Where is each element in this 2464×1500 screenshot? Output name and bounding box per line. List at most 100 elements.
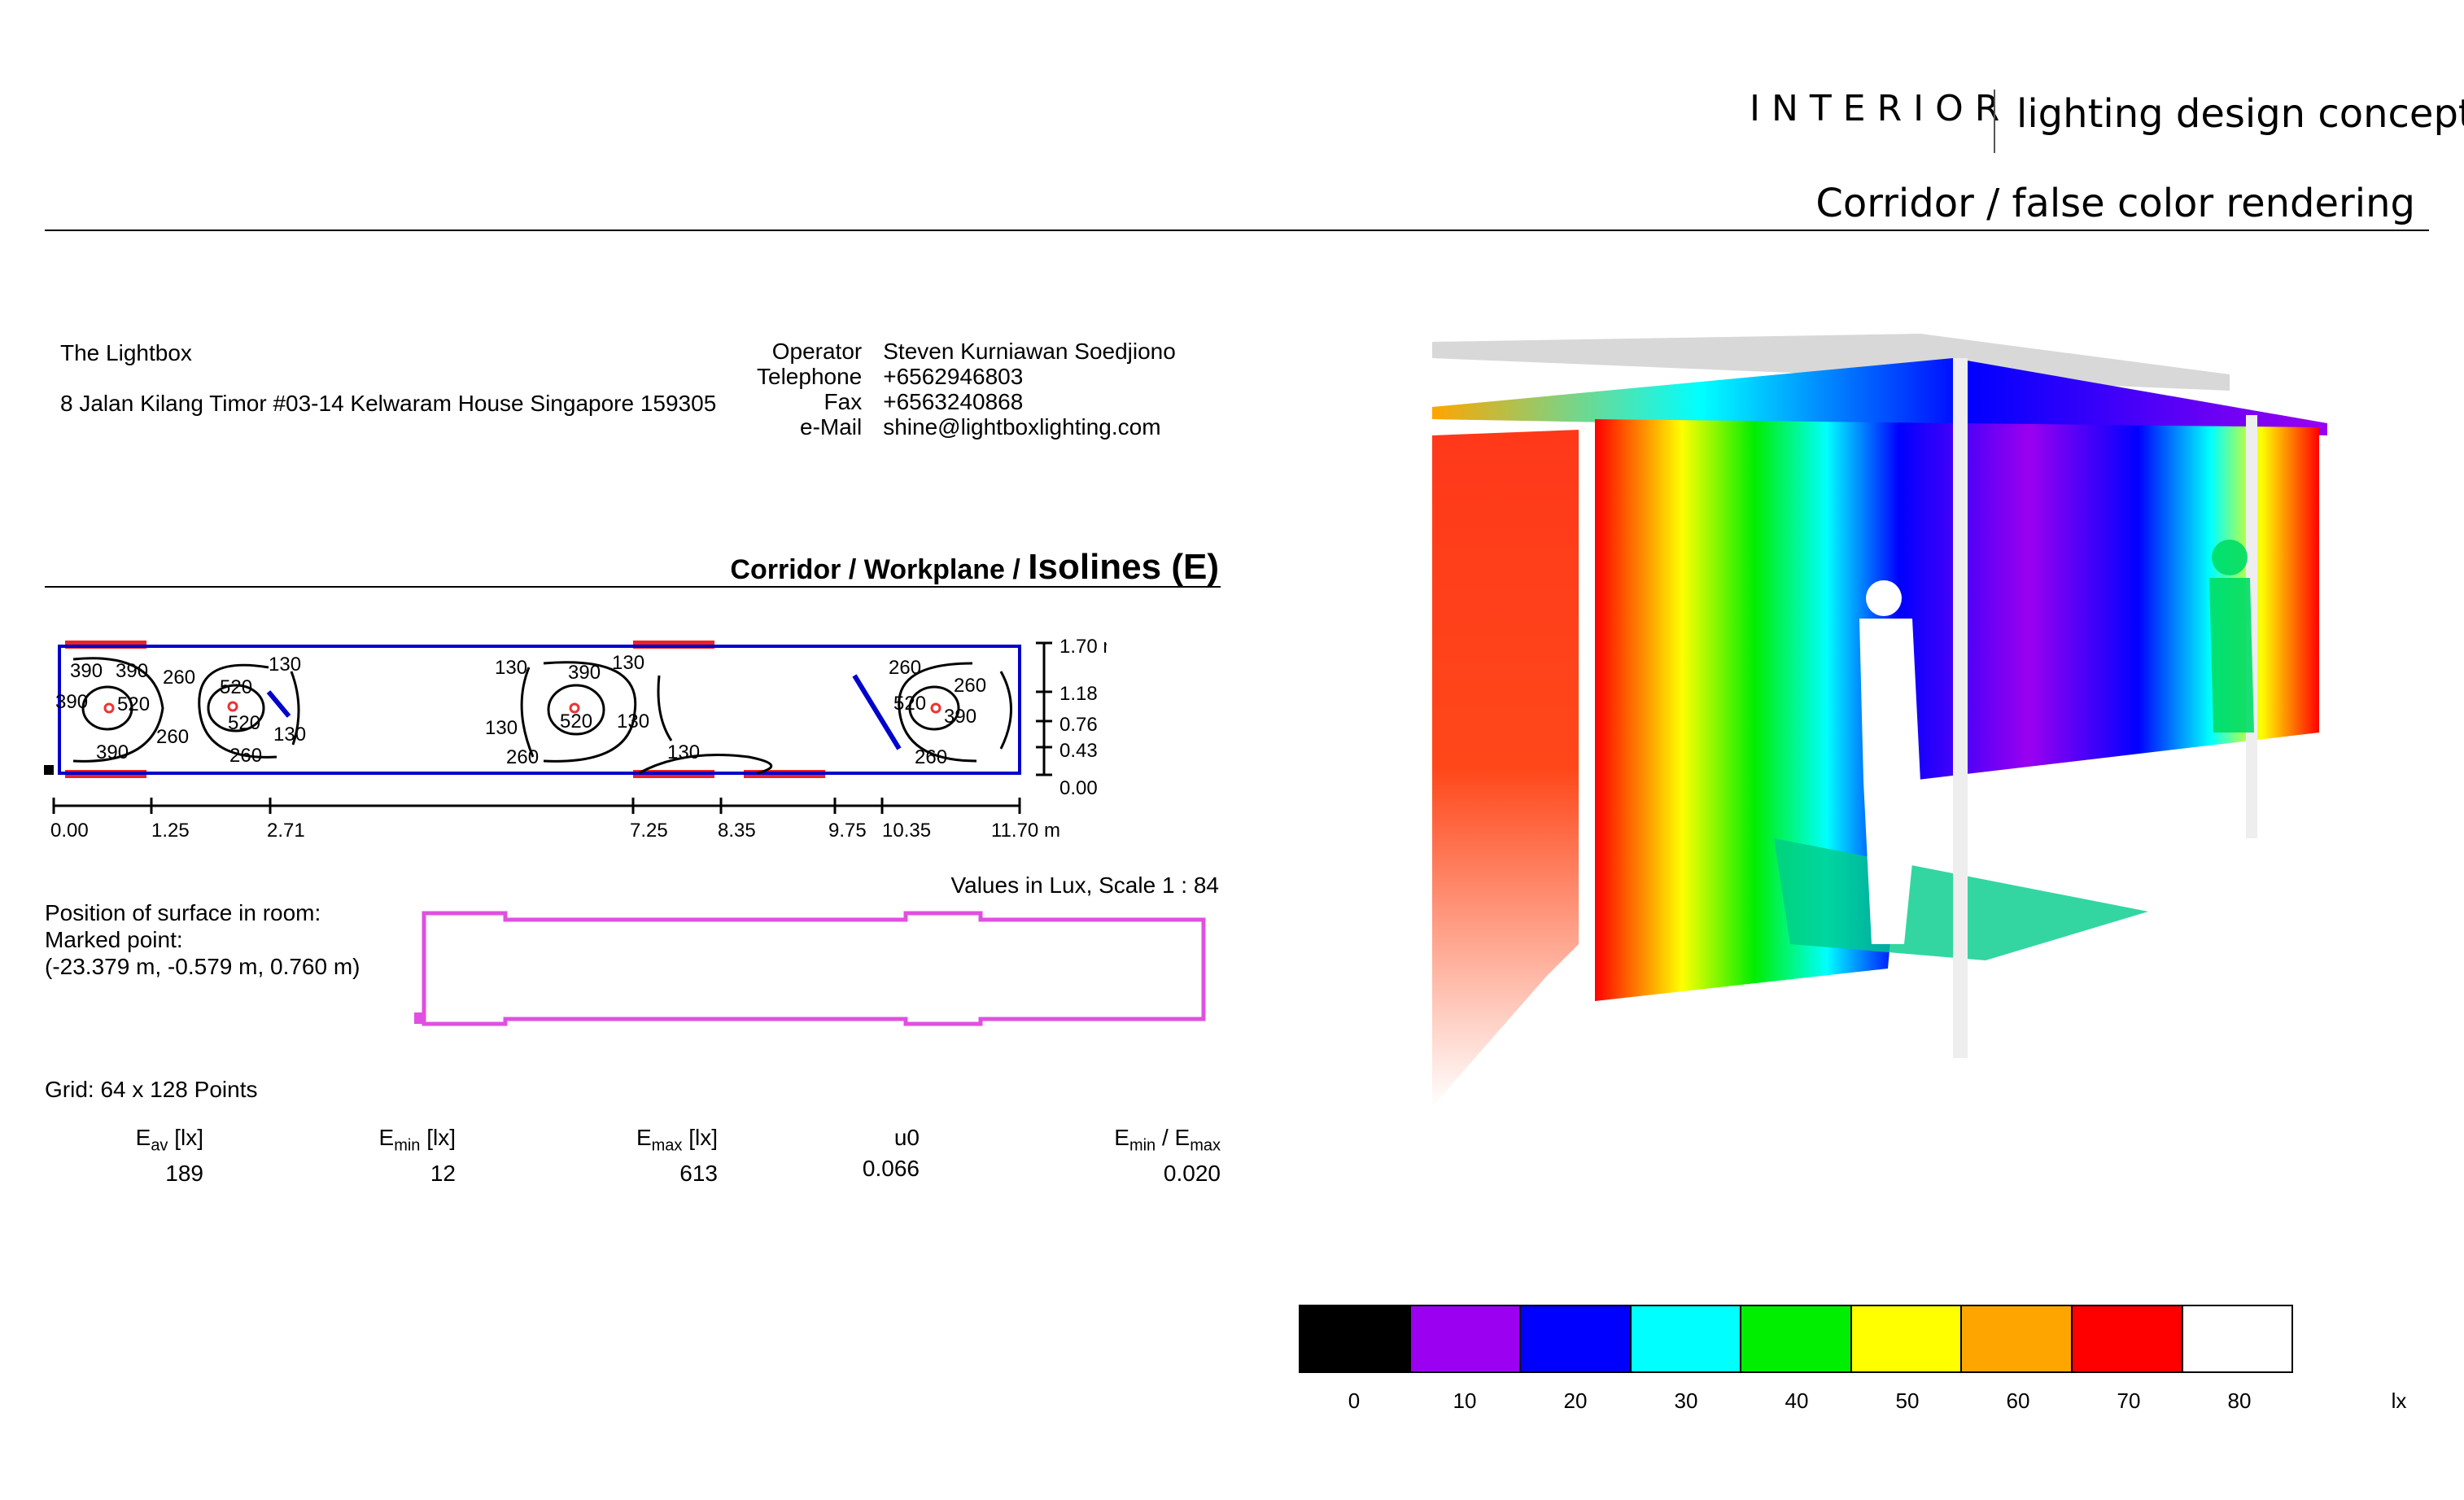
scale-label: 80 xyxy=(2227,1388,2252,1413)
contact-row-telephone: Telephone +6562946803 xyxy=(757,365,1176,391)
room-outline-pink xyxy=(422,911,1206,1026)
x-tick-label: 10.35 xyxy=(882,820,931,842)
scale-label: 0 xyxy=(1348,1388,1361,1413)
stat-symbol: u0 xyxy=(893,1125,920,1150)
contour-label: 390 xyxy=(96,741,129,763)
contact-value: +6563240868 xyxy=(883,389,1024,414)
color-swatch xyxy=(1741,1306,1852,1371)
stat-subscript: max xyxy=(1190,1136,1221,1155)
header-divider xyxy=(1994,90,1995,153)
contour-label: 260 xyxy=(889,657,921,679)
contour-label: 520 xyxy=(560,711,592,733)
contour-label: 520 xyxy=(893,693,926,715)
y-tick-label: 0.00 xyxy=(1059,777,1098,799)
contour-label: 130 xyxy=(612,652,644,674)
stat-value: 613 xyxy=(679,1160,718,1186)
y-tick-label: 1.70 m xyxy=(1059,636,1107,658)
position-line: Marked point: xyxy=(45,927,183,952)
y-axis xyxy=(1036,641,1052,776)
stat-eav: Eav [lx] 189 xyxy=(136,1125,203,1187)
contour-label: 130 xyxy=(667,741,700,763)
origin-marker xyxy=(44,765,54,775)
contour-label: 130 xyxy=(485,717,518,739)
x-tick-label: 2.71 xyxy=(267,820,305,842)
x-tick-label: 9.75 xyxy=(828,820,867,842)
color-swatch xyxy=(2182,1306,2292,1371)
page-subtitle: Corridor / false color rendering xyxy=(1815,181,2415,226)
color-swatch xyxy=(1631,1306,1742,1371)
contour-label: 260 xyxy=(156,726,189,748)
contour-label: 260 xyxy=(163,667,195,689)
x-tick-label: 1.25 xyxy=(151,820,190,842)
contour-label: 260 xyxy=(915,746,947,768)
contact-row-fax: Fax +6563240868 xyxy=(757,391,1176,416)
scale-label: 50 xyxy=(1895,1388,1920,1413)
contour-label: 520 xyxy=(228,712,260,734)
stat-unit: / E xyxy=(1156,1125,1190,1150)
scale-label: 40 xyxy=(1785,1388,1809,1413)
contour-label: 130 xyxy=(273,724,306,746)
plot-title-prefix: Corridor / Workplane / xyxy=(730,554,1029,585)
contour-label: 390 xyxy=(568,662,601,684)
x-axis xyxy=(52,798,1021,814)
x-tick-label: 8.35 xyxy=(718,820,756,842)
left-pillar-surface xyxy=(1432,430,1579,1107)
contour-label: 520 xyxy=(220,676,252,698)
stat-unit: [lx] xyxy=(168,1125,203,1150)
contact-row-email: e-Mail shine@lightboxlighting.com xyxy=(757,416,1176,441)
isolines xyxy=(72,657,1012,775)
scale-label: 30 xyxy=(1674,1388,1698,1413)
scale-label: 60 xyxy=(2006,1388,2030,1413)
contact-label: Operator xyxy=(771,339,863,364)
stat-subscript: max xyxy=(651,1136,683,1155)
stat-symbol: E xyxy=(1114,1125,1129,1150)
contact-label: e-Mail xyxy=(800,414,863,440)
contour-label: 130 xyxy=(495,657,527,679)
stat-symbol: E xyxy=(636,1125,652,1150)
stats-table: Eav [lx] 189 Emin [lx] 12 Emax [lx] 613 … xyxy=(45,1125,1221,1190)
stat-ratio: Emin / Emax 0.020 xyxy=(1114,1125,1221,1187)
scale-label: 10 xyxy=(1453,1388,1477,1413)
stat-value: 12 xyxy=(430,1160,456,1186)
color-swatch xyxy=(1962,1306,2073,1371)
contour-label: 260 xyxy=(229,745,262,767)
stat-subscript: av xyxy=(151,1136,168,1155)
stat-value: 0.020 xyxy=(1163,1160,1221,1186)
stat-unit: [lx] xyxy=(420,1125,456,1150)
contour-label: 390 xyxy=(944,706,976,728)
contact-label: Fax xyxy=(824,389,863,414)
contour-label: 390 xyxy=(116,660,148,682)
contact-row-operator: Operator Steven Kurniawan Soedjiono xyxy=(757,340,1176,365)
scale-note: Values in Lux, Scale 1 : 84 xyxy=(950,872,1219,898)
pillar xyxy=(1953,358,1968,1058)
stat-emin: Emin [lx] 12 xyxy=(379,1125,456,1187)
contact-label: Telephone xyxy=(757,364,863,389)
room-position-outline xyxy=(414,911,1206,1026)
contour-label: 130 xyxy=(269,654,301,676)
grid-info: Grid: 64 x 128 Points xyxy=(45,1077,258,1102)
plot-title: Corridor / Workplane / Isolines (E) xyxy=(730,547,1219,588)
surface-position: Position of surface in room: Marked poin… xyxy=(45,899,360,980)
color-scale-bar xyxy=(1299,1305,2293,1373)
position-line: (-23.379 m, -0.579 m, 0.760 m) xyxy=(45,954,360,979)
x-tick-label: 0.00 xyxy=(50,820,89,842)
color-swatch xyxy=(2072,1306,2183,1371)
stat-symbol: E xyxy=(135,1125,151,1150)
y-tick-label: 0.43 xyxy=(1059,740,1098,762)
scale-label: 70 xyxy=(2117,1388,2141,1413)
stat-value: 189 xyxy=(165,1160,203,1186)
false-color-rendering xyxy=(1432,334,2327,1107)
stat-emax: Emax [lx] 613 xyxy=(636,1125,718,1187)
contact-value: Steven Kurniawan Soedjiono xyxy=(883,339,1176,364)
marked-point xyxy=(414,1012,426,1024)
plot-title-rule xyxy=(45,586,1221,588)
color-swatch xyxy=(1410,1306,1522,1371)
contour-label: 130 xyxy=(617,711,649,733)
contour-label: 260 xyxy=(506,746,539,768)
y-tick-label: 1.18 xyxy=(1059,683,1098,705)
y-tick-label: 0.76 xyxy=(1059,714,1098,736)
x-tick-label: 11.70 m xyxy=(991,820,1060,842)
contact-block: Operator Steven Kurniawan Soedjiono Telep… xyxy=(757,340,1176,441)
stat-value: 0.066 xyxy=(862,1156,920,1181)
plot-title-main: Isolines (E) xyxy=(1028,547,1219,587)
